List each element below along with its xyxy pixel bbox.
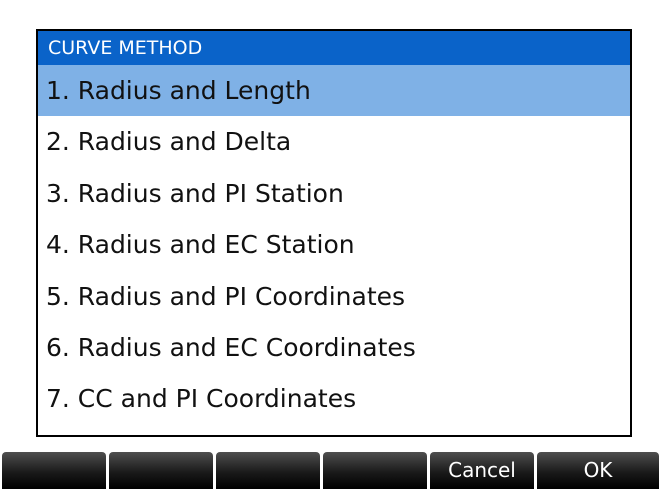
dialog-title: CURVE METHOD: [38, 31, 630, 65]
softkey-3[interactable]: [216, 452, 320, 489]
menu-item-radius-and-ec-station[interactable]: 4. Radius and EC Station: [38, 219, 630, 270]
menu-item-radius-and-ec-coordinates[interactable]: 6. Radius and EC Coordinates: [38, 322, 630, 373]
curve-method-dialog: CURVE METHOD 1. Radius and Length 2. Rad…: [36, 29, 632, 437]
menu-item-radius-and-pi-station[interactable]: 3. Radius and PI Station: [38, 168, 630, 219]
calculator-screen: CURVE METHOD 1. Radius and Length 2. Rad…: [0, 0, 661, 489]
ok-button[interactable]: OK: [537, 452, 659, 489]
softkey-4[interactable]: [323, 452, 427, 489]
softkey-1[interactable]: [2, 452, 106, 489]
softkey-bar: Cancel OK: [0, 452, 661, 489]
cancel-button[interactable]: Cancel: [430, 452, 534, 489]
menu-item-radius-and-length[interactable]: 1. Radius and Length: [38, 65, 630, 117]
menu-item-radius-and-pi-coordinates[interactable]: 5. Radius and PI Coordinates: [38, 271, 630, 322]
menu-item-cc-and-pi-coordinates[interactable]: 7. CC and PI Coordinates: [38, 373, 630, 424]
curve-method-list: 1. Radius and Length 2. Radius and Delta…: [38, 65, 630, 425]
softkey-2[interactable]: [109, 452, 213, 489]
menu-item-radius-and-delta[interactable]: 2. Radius and Delta: [38, 116, 630, 167]
